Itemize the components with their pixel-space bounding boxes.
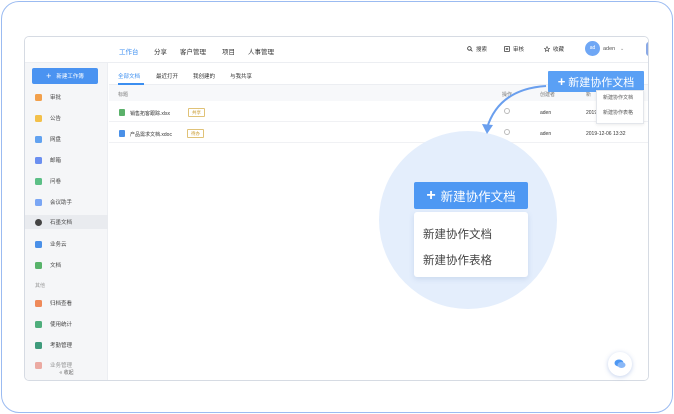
favorites-button[interactable]: 收藏 <box>544 45 564 53</box>
menu-item-new-doc[interactable]: 新建协作文档 <box>423 226 492 242</box>
sidebar-item-netdisk[interactable]: 网盘 <box>35 133 61 145</box>
sidebar-item-label: 归档查看 <box>50 301 73 307</box>
sidebar-item-mail[interactable]: 邮箱 <box>35 154 61 166</box>
file-name[interactable]: 销售拓客跟踪.xlsx <box>130 110 170 117</box>
sidebar-item-label: 石墨文档 <box>50 220 73 226</box>
menu-item-new-doc[interactable]: 新建协作文档 <box>603 94 633 101</box>
sidebar-item-label: 邮箱 <box>50 158 62 164</box>
status-badge: 共享 <box>188 108 205 117</box>
sidebar-group-label: 其他 <box>35 283 46 289</box>
notice-icon <box>35 114 42 122</box>
shimo-icon <box>35 218 42 226</box>
status-badge: 待办 <box>187 129 204 138</box>
spreadsheet-icon <box>119 109 125 116</box>
memo-icon <box>504 46 510 52</box>
search-icon <box>467 46 473 52</box>
tab-shared[interactable]: 与我共享 <box>230 72 252 80</box>
new-collab-doc-button-small[interactable]: + 新建协作文档 <box>548 71 644 92</box>
nav-projects[interactable]: 项目 <box>222 46 235 56</box>
sidebar-item-label: 公告 <box>50 116 62 122</box>
approval-icon <box>35 93 42 101</box>
chevron-down-icon[interactable]: ⌄ <box>620 46 624 52</box>
new-collab-doc-label: 新建协作文档 <box>568 76 635 89</box>
double-chevron-left-icon: « <box>59 370 63 376</box>
new-doc-menu: 新建协作文档 新建协作表格 <box>414 212 528 277</box>
sidebar-item-label: 问卷 <box>50 179 62 185</box>
table-row[interactable]: 销售拓客跟踪.xlsx 共享 aden 2019- <box>109 102 648 122</box>
menu-item-new-sheet[interactable]: 新建协作表格 <box>423 252 492 268</box>
archive-icon <box>35 299 42 307</box>
sidebar-item-label: 业务管理 <box>50 363 73 369</box>
column-time: 新 <box>586 92 592 98</box>
sidebar-item-business-cloud[interactable]: 业务云 <box>35 238 67 250</box>
search-label: 搜索 <box>476 47 488 53</box>
sidebar-item-archive[interactable]: 归档查看 <box>35 297 72 309</box>
new-doc-menu-small: 新建协作文档 新建协作表格 <box>596 90 644 124</box>
plus-icon: + <box>426 186 436 204</box>
stats-icon <box>35 320 42 328</box>
mail-icon <box>35 156 42 164</box>
sidebar-item-label: 会议助手 <box>50 200 73 206</box>
sidebar-item-attendance[interactable]: 考勤管理 <box>35 339 72 351</box>
sidebar-item-label: 业务云 <box>50 242 67 248</box>
user-name[interactable]: aden <box>603 46 615 52</box>
sidebar-item-survey[interactable]: 问卷 <box>35 175 61 187</box>
chat-icon <box>614 359 626 368</box>
nav-share[interactable]: 分享 <box>154 46 167 56</box>
sidebar-item-stats[interactable]: 使用统计 <box>35 318 72 330</box>
table-row[interactable]: 产品需求文档.xdoc 待办 aden 2019-12-06 13:32 <box>109 123 648 143</box>
menu-item-new-sheet[interactable]: 新建协作表格 <box>603 109 633 116</box>
collapse-label: 收起 <box>63 370 74 376</box>
sidebar-item-meeting[interactable]: 会议助手 <box>35 196 72 208</box>
cloud-icon <box>35 135 42 143</box>
tab-all-docs[interactable]: 全部文档 <box>118 72 140 80</box>
attendance-icon <box>35 341 42 349</box>
plus-icon: + <box>46 70 52 81</box>
collapse-button[interactable]: « 收起 <box>25 369 108 376</box>
search-button[interactable]: 搜索 <box>467 45 487 53</box>
sidebar-item-docs[interactable]: 文档 <box>35 259 61 271</box>
new-collab-doc-button[interactable]: + 新建协作文档 <box>414 182 528 209</box>
memo-label: 审核 <box>513 47 525 53</box>
column-title: 标题 <box>118 92 129 98</box>
business-icon <box>35 361 42 369</box>
avatar[interactable]: ad <box>585 41 600 56</box>
plus-icon: + <box>557 74 566 89</box>
meeting-icon <box>35 198 42 206</box>
document-icon <box>119 130 125 137</box>
sidebar-item-label: 网盘 <box>50 137 62 143</box>
new-workbook-label: 新建工作簿 <box>56 74 84 80</box>
memo-button[interactable]: 审核 <box>504 45 524 53</box>
favorites-label: 收藏 <box>553 47 565 53</box>
top-nav: 工作台 分享 客户管理 项目 人事管理 搜索 审核 收藏 ad aden ⌄ <box>25 37 648 63</box>
new-workbook-button[interactable]: + 新建工作簿 <box>32 68 98 84</box>
file-name[interactable]: 产品需求文档.xdoc <box>130 131 172 138</box>
nav-workbench[interactable]: 工作台 <box>119 46 139 56</box>
tab-created[interactable]: 我创建的 <box>193 72 215 80</box>
chat-button[interactable] <box>608 352 632 376</box>
sidebar-item-label: 文档 <box>50 263 62 269</box>
business-cloud-icon <box>35 240 42 248</box>
sidebar-item-label: 审批 <box>50 95 62 101</box>
nav-hr[interactable]: 人事管理 <box>248 46 274 56</box>
sidebar-item-notice[interactable]: 公告 <box>35 112 61 124</box>
document-icon <box>35 261 42 269</box>
tab-recent[interactable]: 最近打开 <box>156 72 178 80</box>
survey-icon <box>35 177 42 185</box>
sidebar-item-approval[interactable]: 审批 <box>35 91 61 103</box>
sidebar-item-shimo[interactable]: 石墨文档 <box>25 215 108 229</box>
pointer-arrow-icon <box>482 85 547 134</box>
nav-customers[interactable]: 客户管理 <box>180 46 206 56</box>
edge-tab <box>646 42 648 56</box>
updated-time: 2019-12-06 13:32 <box>586 131 626 137</box>
sidebar-item-label: 考勤管理 <box>50 343 73 349</box>
new-collab-doc-label: 新建协作文档 <box>440 190 516 204</box>
sidebar-item-label: 使用统计 <box>50 322 73 328</box>
sidebar: + 新建工作簿 审批 公告 网盘 邮箱 问卷 会议助手 石墨文档 业务云 文档 … <box>25 63 108 380</box>
star-icon <box>544 46 550 52</box>
